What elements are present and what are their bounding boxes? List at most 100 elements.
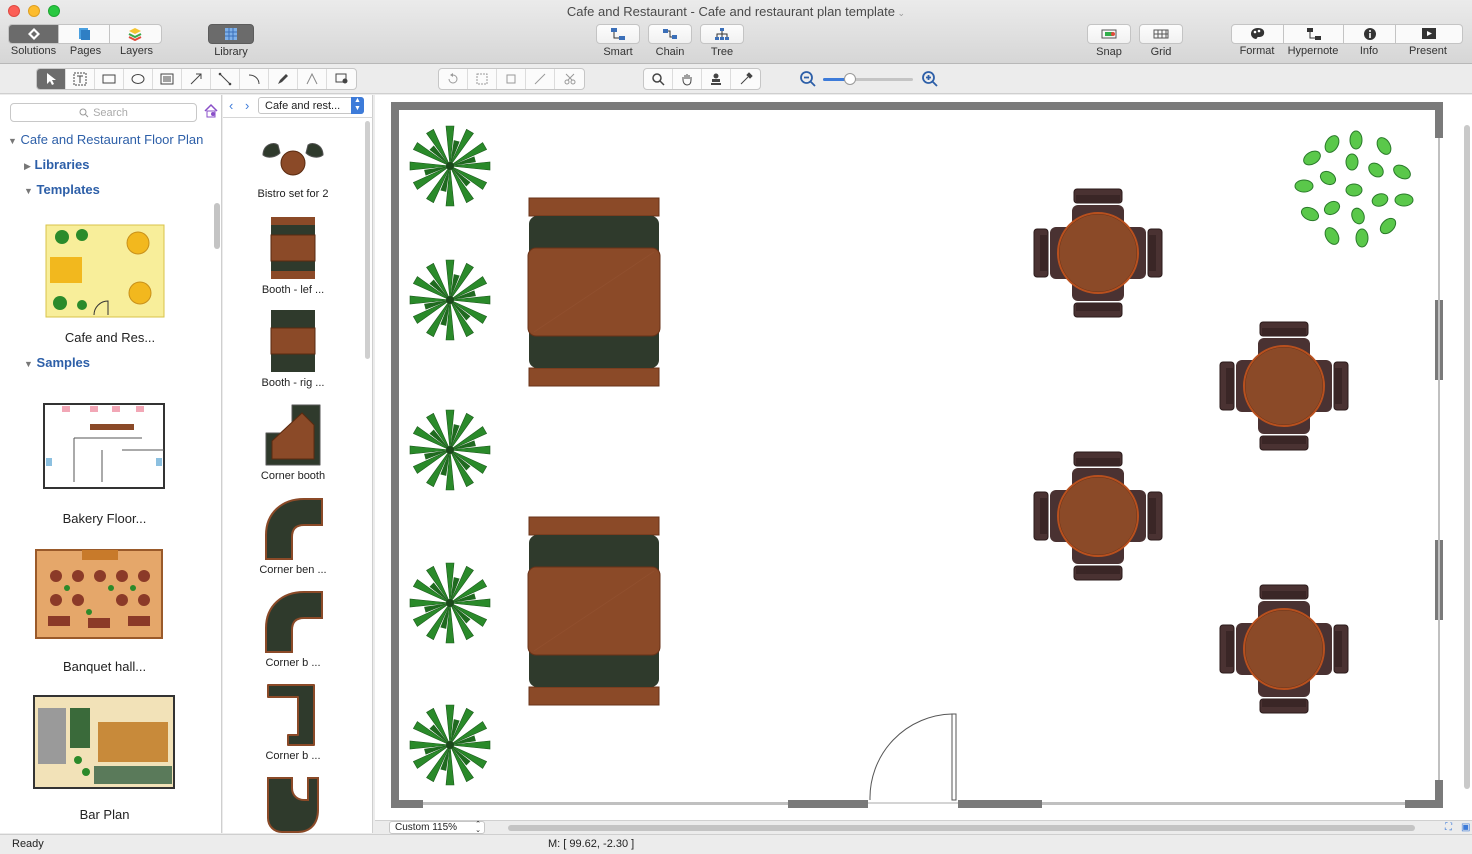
select-tool[interactable] bbox=[37, 69, 66, 89]
library-item-corner-booth[interactable]: Corner booth bbox=[223, 401, 363, 482]
smart-button[interactable]: Smart bbox=[596, 24, 640, 58]
group-tool[interactable] bbox=[468, 69, 497, 89]
tree-root-label: Cafe and Restaurant Floor Plan bbox=[20, 132, 204, 147]
bakery-sample-preview bbox=[33, 399, 176, 493]
cafe-template-preview bbox=[43, 224, 177, 318]
library-item-corner-b2[interactable]: Corner b ... bbox=[223, 681, 363, 762]
ellipse-tool[interactable] bbox=[124, 69, 153, 89]
zoom-in-icon bbox=[922, 71, 938, 87]
grid-label: Grid bbox=[1150, 46, 1172, 58]
tree-label: Tree bbox=[710, 46, 734, 58]
scissors-icon bbox=[564, 73, 575, 85]
callout-icon bbox=[335, 73, 347, 84]
library-item-booth-right[interactable]: Booth - rig ... bbox=[223, 308, 363, 389]
text-box-icon bbox=[73, 72, 87, 86]
zoom-stepper-icon: ⌃ ⌄ bbox=[475, 821, 481, 834]
zoom-out-button[interactable] bbox=[799, 70, 817, 91]
rectangle-tool[interactable] bbox=[95, 69, 124, 89]
rotate-tool[interactable] bbox=[439, 69, 468, 89]
window-title: Cafe and Restaurant - Cafe and restauran… bbox=[566, 4, 906, 19]
arrow-tool[interactable] bbox=[182, 69, 211, 89]
connect-tool[interactable] bbox=[526, 69, 555, 89]
line-tool[interactable] bbox=[211, 69, 240, 89]
zoom-tool[interactable] bbox=[644, 69, 673, 89]
library-item-corner-b1[interactable]: Corner b ... bbox=[223, 588, 363, 669]
library-item-label: Corner b ... bbox=[265, 657, 321, 669]
tree-samples-item[interactable]: ▼ Samples bbox=[24, 355, 90, 370]
library-item-bistro[interactable]: Bistro set for 2 bbox=[223, 133, 363, 200]
pages-button[interactable] bbox=[59, 25, 110, 43]
hypernote-button[interactable] bbox=[1284, 25, 1344, 43]
info-button[interactable] bbox=[1344, 25, 1396, 43]
floor-plan-drawing[interactable] bbox=[375, 95, 1472, 820]
stamp-tool[interactable] bbox=[702, 69, 731, 89]
status-bar: Ready M: [ 99.62, -2.30 ] bbox=[0, 834, 1472, 854]
snap-button[interactable]: Snap bbox=[1087, 24, 1131, 58]
fit-to-window-button[interactable]: ⛶ bbox=[1445, 822, 1452, 833]
library-item-booth-left[interactable]: Booth - lef ... bbox=[223, 215, 363, 296]
library-scrollbar[interactable] bbox=[365, 121, 370, 359]
grid-icon bbox=[1153, 29, 1169, 39]
tree-libraries-item[interactable]: ▶ Libraries bbox=[24, 157, 89, 172]
grid-button[interactable]: Grid bbox=[1139, 24, 1183, 58]
tree-root-item[interactable]: ▼ Cafe and Restaurant Floor Plan bbox=[8, 132, 203, 147]
chain-icon bbox=[663, 29, 677, 39]
rectangle-icon bbox=[102, 74, 116, 84]
connection-tools-group bbox=[438, 68, 585, 90]
tree-templates-item[interactable]: ▼ Templates bbox=[24, 182, 100, 197]
page-corner-button[interactable]: ▣ bbox=[1461, 822, 1470, 833]
sample-label-bakery: Bakery Floor... bbox=[62, 511, 147, 526]
zoom-slider-knob[interactable] bbox=[844, 73, 856, 85]
solutions-home-button[interactable] bbox=[203, 103, 219, 122]
banquet-sample-preview bbox=[33, 547, 176, 641]
bezier-tool[interactable] bbox=[298, 69, 327, 89]
table-tool[interactable] bbox=[153, 69, 182, 89]
libraries-disclosure-icon: ▶ bbox=[24, 161, 31, 171]
drawing-canvas[interactable] bbox=[375, 95, 1472, 820]
eyedropper-tool[interactable] bbox=[731, 69, 760, 89]
sample-thumbnail-banquet[interactable]: Banquet hall... bbox=[32, 546, 177, 674]
format-button[interactable] bbox=[1232, 25, 1284, 43]
zoom-out-icon bbox=[800, 71, 816, 87]
arc-tool[interactable] bbox=[240, 69, 269, 89]
rotate-icon bbox=[448, 73, 458, 84]
layers-button[interactable] bbox=[110, 25, 161, 43]
solutions-button[interactable] bbox=[9, 25, 60, 43]
tree-button[interactable]: Tree bbox=[700, 24, 744, 58]
list-box-icon bbox=[160, 73, 174, 85]
library-item-corner-bench[interactable]: Corner ben ... bbox=[223, 495, 363, 576]
zoom-level-select[interactable]: Custom 115% ⌃ ⌄ bbox=[389, 821, 485, 834]
pen-tool[interactable] bbox=[269, 69, 298, 89]
bezier-icon bbox=[306, 72, 318, 85]
bistro-set-shape bbox=[262, 142, 324, 176]
canvas-vertical-scrollbar[interactable] bbox=[1464, 125, 1470, 789]
booth-2[interactable] bbox=[527, 516, 661, 706]
template-thumbnail-cafe[interactable]: Cafe and Res... bbox=[42, 223, 178, 345]
sample-thumbnail-bar[interactable]: Bar Plan bbox=[32, 694, 177, 822]
shape-tool[interactable] bbox=[327, 69, 356, 89]
cut-tool[interactable] bbox=[555, 69, 584, 89]
library-back-button[interactable]: ‹ bbox=[229, 98, 233, 113]
solutions-panel-scrollbar[interactable] bbox=[214, 203, 220, 249]
text-tool[interactable] bbox=[66, 69, 95, 89]
library-selector-label: Cafe and rest... bbox=[265, 100, 341, 112]
pan-tool[interactable] bbox=[673, 69, 702, 89]
chain-button[interactable]: Chain bbox=[648, 24, 692, 58]
canvas-horizontal-scrollbar[interactable] bbox=[508, 825, 1415, 831]
library-forward-button[interactable]: › bbox=[245, 98, 249, 113]
sample-label-banquet: Banquet hall... bbox=[62, 659, 147, 674]
align-tool[interactable] bbox=[497, 69, 526, 89]
zoom-slider[interactable] bbox=[823, 73, 913, 85]
search-icon bbox=[79, 108, 89, 117]
library-label: Library bbox=[214, 46, 248, 58]
library-item-u-bench[interactable] bbox=[223, 774, 363, 833]
library-button[interactable]: Library bbox=[208, 24, 254, 58]
sample-thumbnail-bakery[interactable]: Bakery Floor... bbox=[32, 398, 177, 526]
present-button[interactable] bbox=[1396, 25, 1462, 43]
zoom-in-button[interactable] bbox=[921, 70, 939, 91]
booth-1[interactable] bbox=[527, 197, 661, 387]
app-window: Cafe and Restaurant - Cafe and restauran… bbox=[0, 0, 1472, 854]
search-input[interactable]: Search bbox=[10, 103, 197, 122]
library-selector[interactable]: Cafe and rest... ▲ ▼ bbox=[258, 97, 364, 114]
tree-root-disclosure-icon: ▼ bbox=[8, 136, 17, 146]
